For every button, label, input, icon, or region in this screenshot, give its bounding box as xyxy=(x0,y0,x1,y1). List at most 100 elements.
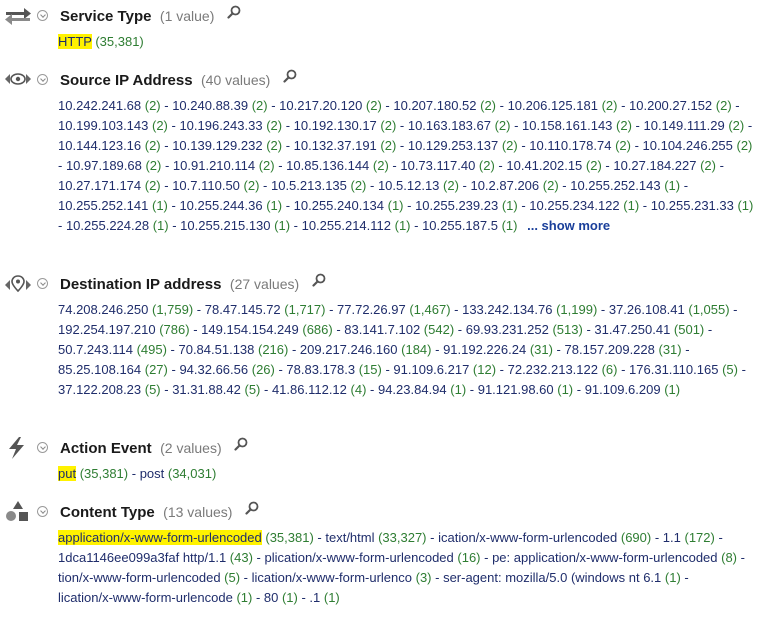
value-link[interactable]: 1.1 (172) xyxy=(663,530,715,545)
value-link[interactable]: 10.192.130.17 (2) xyxy=(294,118,397,133)
value-link[interactable]: 10.27.184.227 (2) xyxy=(613,158,716,173)
value-link[interactable]: 10.196.243.33 (2) xyxy=(179,118,282,133)
value-link[interactable]: 10.207.180.52 (2) xyxy=(393,98,496,113)
value-link[interactable]: 133.242.134.76 (1,199) xyxy=(462,302,597,317)
value-link[interactable]: 10.132.37.191 (2) xyxy=(294,138,397,153)
value-link[interactable]: 10.2.87.206 (2) xyxy=(470,178,558,193)
value-text: 10.196.243.33 xyxy=(179,118,263,133)
value-link[interactable]: 10.27.171.174 (2) xyxy=(58,178,161,193)
value-link[interactable]: ser-agent: mozilla/5.0 (windows nt 6.1 (… xyxy=(443,570,681,585)
value-link[interactable]: 10.97.189.68 (2) xyxy=(66,158,161,173)
value-link[interactable]: 10.144.123.16 (2) xyxy=(58,138,161,153)
value-link[interactable]: 74.208.246.250 (1,759) xyxy=(58,302,193,317)
value-link[interactable]: 10.200.27.152 (2) xyxy=(629,98,732,113)
value-link[interactable]: 78.157.209.228 (31) xyxy=(565,342,682,357)
value-link[interactable]: 91.192.226.24 (31) xyxy=(443,342,553,357)
value-link[interactable]: 10.110.178.74 (2) xyxy=(529,138,631,153)
value-count: (1,759) xyxy=(148,302,194,317)
value-link[interactable]: 78.47.145.72 (1,717) xyxy=(205,302,326,317)
value-link[interactable]: 10.129.253.137 (2) xyxy=(408,138,518,153)
value-link[interactable]: 10.199.103.143 (2) xyxy=(58,118,168,133)
value-link[interactable]: 72.232.213.122 (6) xyxy=(508,362,618,377)
value-link[interactable]: 91.121.98.60 (1) xyxy=(478,382,573,397)
value-link[interactable]: 10.139.129.232 (2) xyxy=(172,138,282,153)
value-link[interactable]: 91.109.6.217 (12) xyxy=(393,362,496,377)
value-link[interactable]: 10.217.20.120 (2) xyxy=(279,98,382,113)
search-icon[interactable] xyxy=(312,271,326,295)
value-link[interactable]: 70.84.51.138 (216) xyxy=(178,342,288,357)
value-link[interactable]: 91.109.6.209 (1) xyxy=(585,382,680,397)
value-link[interactable]: 10.7.110.50 (2) xyxy=(172,178,259,193)
value-link[interactable]: 10.255.252.141 (1) xyxy=(58,198,168,213)
value-link[interactable]: 10.41.202.15 (2) xyxy=(506,158,601,173)
collapse-chevron-icon[interactable] xyxy=(37,278,48,289)
value-link[interactable]: 10.255.244.36 (1) xyxy=(179,198,282,213)
search-icon[interactable] xyxy=(245,499,259,523)
value-separator: - xyxy=(617,98,630,113)
search-icon[interactable] xyxy=(227,3,241,27)
value-link[interactable]: 10.5.213.135 (2) xyxy=(271,178,366,193)
value-link[interactable]: 85.25.108.164 (27) xyxy=(58,362,168,377)
value-link[interactable]: 1dca1146ee099a3faf http/1.1 (43) xyxy=(58,550,253,565)
value-link[interactable]: 10.149.111.29 (2) xyxy=(643,118,744,133)
value-link[interactable]: 31.31.88.42 (5) xyxy=(172,382,260,397)
value-link[interactable]: 10.255.231.33 (1) xyxy=(651,198,754,213)
value-link[interactable]: 192.254.197.210 (786) xyxy=(58,322,190,337)
value-link[interactable]: tion/x-www-form-urlencoded (5) xyxy=(58,570,240,585)
value-link[interactable]: HTTP (35,381) xyxy=(58,34,144,49)
value-link[interactable]: 10.85.136.144 (2) xyxy=(286,158,389,173)
value-link[interactable]: 37.26.108.41 (1,055) xyxy=(609,302,730,317)
value-link[interactable]: pe: application/x-www-form-urlencoded (8… xyxy=(492,550,737,565)
value-link[interactable]: ication/x-www-form-urlencoded (690) xyxy=(438,530,651,545)
value-link[interactable]: 80 (1) xyxy=(264,590,298,605)
value-link[interactable]: plication/x-www-form-urlencoded (16) xyxy=(264,550,480,565)
value-link[interactable]: 176.31.110.165 (5) xyxy=(629,362,738,377)
value-link[interactable]: 10.255.234.122 (1) xyxy=(529,198,639,213)
show-more-link[interactable]: ... show more xyxy=(527,218,610,233)
value-link[interactable]: 78.83.178.3 (15) xyxy=(286,362,381,377)
value-link[interactable]: 209.217.246.160 (184) xyxy=(300,342,432,357)
value-link[interactable]: 10.255.240.134 (1) xyxy=(294,198,404,213)
value-link[interactable]: 10.5.12.13 (2) xyxy=(378,178,459,193)
value-link[interactable]: 69.93.231.252 (513) xyxy=(466,322,583,337)
value-link[interactable]: lication/x-www-form-urlencode (1) xyxy=(58,590,252,605)
value-link[interactable]: 10.73.117.40 (2) xyxy=(400,158,494,173)
value-link[interactable]: 50.7.243.114 (495) xyxy=(58,342,167,357)
value-link[interactable]: 10.255.252.143 (1) xyxy=(570,178,680,193)
value-link[interactable]: 10.242.241.68 (2) xyxy=(58,98,161,113)
value-link[interactable]: 10.158.161.143 (2) xyxy=(522,118,632,133)
value-link[interactable]: 149.154.154.249 (686) xyxy=(201,322,333,337)
value-link[interactable]: 10.240.88.39 (2) xyxy=(172,98,267,113)
value-link[interactable]: 10.255.224.28 (1) xyxy=(66,218,169,233)
value-link[interactable]: 94.32.66.56 (26) xyxy=(179,362,274,377)
value-count: (5) xyxy=(240,382,261,397)
collapse-chevron-icon[interactable] xyxy=(37,506,48,517)
search-icon[interactable] xyxy=(283,67,297,91)
value-link[interactable]: put (35,381) xyxy=(58,466,128,481)
value-link[interactable]: 37.122.208.23 (5) xyxy=(58,382,161,397)
value-link[interactable]: text/html (33,327) xyxy=(325,530,426,545)
value-link[interactable]: 94.23.84.94 (1) xyxy=(378,382,466,397)
value-count: (1) xyxy=(384,198,404,213)
value-link[interactable]: 10.163.183.67 (2) xyxy=(408,118,511,133)
value-link[interactable]: 83.141.7.102 (542) xyxy=(344,322,454,337)
value-link[interactable]: application/x-www-form-urlencoded (35,38… xyxy=(58,530,314,545)
search-icon[interactable] xyxy=(234,435,248,459)
value-link[interactable]: 10.104.246.255 (2) xyxy=(643,138,753,153)
collapse-chevron-icon[interactable] xyxy=(37,10,48,21)
value-link[interactable]: 10.255.239.23 (1) xyxy=(415,198,518,213)
value-link[interactable]: 10.206.125.181 (2) xyxy=(508,98,618,113)
value-link[interactable]: post (34,031) xyxy=(140,466,217,481)
value-link[interactable]: 31.47.250.41 (501) xyxy=(594,322,704,337)
value-count: (686) xyxy=(298,322,333,337)
value-link[interactable]: 10.255.215.130 (1) xyxy=(180,218,290,233)
value-link[interactable]: 10.255.214.112 (1) xyxy=(302,218,411,233)
value-link[interactable]: .1 (1) xyxy=(309,590,339,605)
value-link[interactable]: 41.86.112.12 (4) xyxy=(272,382,366,397)
collapse-chevron-icon[interactable] xyxy=(37,74,48,85)
value-link[interactable]: 10.91.210.114 (2) xyxy=(173,158,275,173)
value-link[interactable]: 77.72.26.97 (1,467) xyxy=(337,302,451,317)
collapse-chevron-icon[interactable] xyxy=(37,442,48,453)
value-link[interactable]: lication/x-www-form-urlenco (3) xyxy=(252,570,432,585)
value-link[interactable]: 10.255.187.5 (1) xyxy=(422,218,517,233)
